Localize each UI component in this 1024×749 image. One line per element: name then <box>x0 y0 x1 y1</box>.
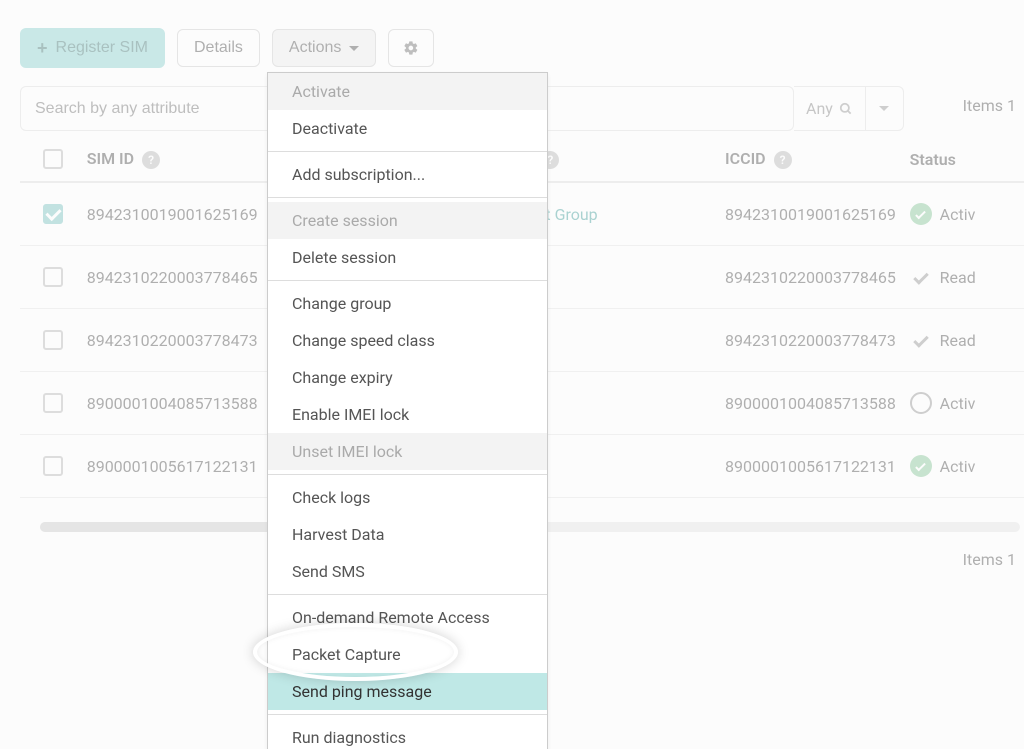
row-checkbox[interactable] <box>43 330 63 350</box>
menu-item-activate: Activate <box>268 73 547 110</box>
status-ready-icon <box>910 329 932 351</box>
menu-item-run-diagnostics[interactable]: Run diagnostics <box>268 719 547 749</box>
status-ready-icon <box>910 266 932 288</box>
menu-divider <box>268 280 547 281</box>
col-status-label: Status <box>910 150 956 169</box>
cell-status: Read <box>910 329 1024 351</box>
cell-iccid: 8900001004085713588 <box>725 394 916 413</box>
row-checkbox[interactable] <box>43 267 63 287</box>
caret-down-icon <box>879 106 889 116</box>
menu-divider <box>268 594 547 595</box>
page-root: + Register SIM Details Actions Any Items… <box>0 0 1024 749</box>
status-active-icon <box>910 455 932 477</box>
menu-item-enable-imei-lock[interactable]: Enable IMEI lock <box>268 396 547 433</box>
menu-divider <box>268 714 547 715</box>
status-active-icon <box>910 203 932 225</box>
menu-item-change-group[interactable]: Change group <box>268 285 547 322</box>
col-iccid-label: ICCID <box>725 149 766 168</box>
scrollbar-thumb[interactable] <box>40 522 290 532</box>
cell-status: Activ <box>910 203 1024 225</box>
filter-any-label: Any <box>806 99 833 118</box>
menu-item-change-expiry[interactable]: Change expiry <box>268 359 547 396</box>
actions-dropdown: ActivateDeactivate Add subscription... Cre… <box>267 72 548 749</box>
menu-divider <box>268 151 547 152</box>
cell-iccid: 8942310019001625169 <box>725 205 916 224</box>
menu-item-change-speed-class[interactable]: Change speed class <box>268 322 547 359</box>
help-icon[interactable]: ? <box>142 151 160 169</box>
menu-divider <box>268 474 547 475</box>
menu-item-send-sms[interactable]: Send SMS <box>268 553 547 590</box>
row-checkbox[interactable] <box>43 204 63 224</box>
filter-caret-button[interactable] <box>866 86 904 131</box>
cell-status: Read <box>910 266 1024 288</box>
menu-item-add-subscription[interactable]: Add subscription... <box>268 156 547 193</box>
menu-item-on-demand-remote-access[interactable]: On-demand Remote Access <box>268 599 547 636</box>
menu-item-harvest-data[interactable]: Harvest Data <box>268 516 547 553</box>
toolbar: + Register SIM Details Actions <box>20 28 1024 68</box>
status-circle-icon <box>910 392 932 414</box>
register-sim-button[interactable]: + Register SIM <box>20 28 165 68</box>
filter-any-button[interactable]: Any <box>794 86 866 131</box>
search-icon <box>839 102 853 116</box>
col-sim-id-label: SIM ID <box>87 149 134 168</box>
col-header-status[interactable]: Status <box>910 150 1024 169</box>
details-label: Details <box>194 40 243 56</box>
cell-status: Activ <box>910 392 1024 414</box>
row-checkbox[interactable] <box>43 393 63 413</box>
cell-iccid: 8942310220003778465 <box>725 268 916 287</box>
cell-status: Activ <box>910 455 1024 477</box>
register-sim-label: Register SIM <box>56 40 148 56</box>
select-all-checkbox[interactable] <box>43 149 63 169</box>
items-count-top: Items 1 <box>955 86 1024 131</box>
menu-item-packet-capture[interactable]: Packet Capture <box>268 636 547 673</box>
menu-item-send-ping-message[interactable]: Send ping message <box>268 673 547 710</box>
row-checkbox[interactable] <box>43 456 63 476</box>
settings-button[interactable] <box>388 29 434 67</box>
actions-label: Actions <box>289 40 341 56</box>
col-header-iccid[interactable]: ICCID ? <box>725 149 916 169</box>
menu-item-unset-imei-lock: Unset IMEI lock <box>268 433 547 470</box>
menu-item-create-session: Create session <box>268 202 547 239</box>
cell-iccid: 8942310220003778473 <box>725 331 916 350</box>
menu-item-deactivate[interactable]: Deactivate <box>268 110 547 147</box>
details-button[interactable]: Details <box>177 29 260 67</box>
menu-item-delete-session[interactable]: Delete session <box>268 239 547 276</box>
gear-icon <box>403 40 419 56</box>
actions-button[interactable]: Actions <box>272 29 376 67</box>
menu-item-check-logs[interactable]: Check logs <box>268 479 547 516</box>
menu-divider <box>268 197 547 198</box>
plus-icon: + <box>37 39 48 57</box>
help-icon[interactable]: ? <box>774 151 792 169</box>
cell-iccid: 8900001005617122131 <box>725 457 916 476</box>
